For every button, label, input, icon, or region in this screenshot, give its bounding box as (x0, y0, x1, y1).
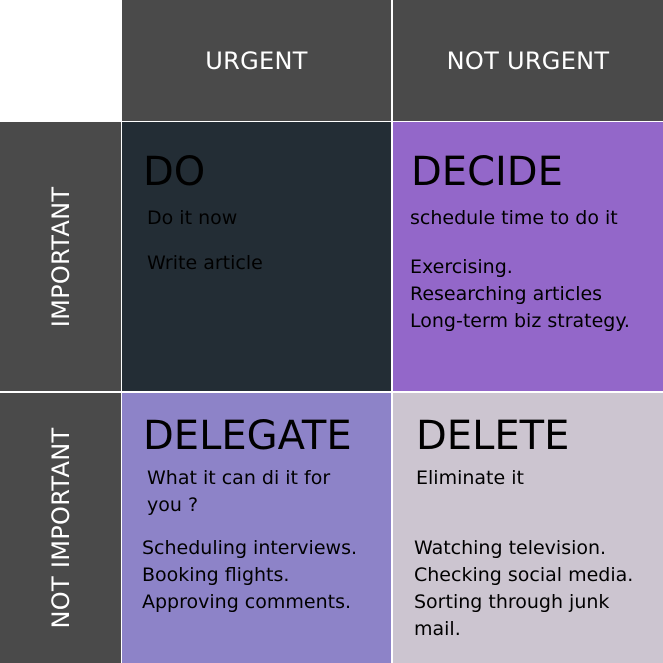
quadrant-decide-subtitle: schedule time to do it (410, 207, 618, 229)
list-item: Booking flights. (142, 564, 290, 586)
list-item: Scheduling interviews. (142, 537, 358, 559)
quadrant-do-subtitle: Do it now (147, 207, 238, 229)
eisenhower-matrix: URGENT NOT URGENT IMPORTANT NOT IMPORTAN… (0, 0, 663, 663)
quadrant-do-list: Write article (147, 250, 263, 277)
header-not-urgent-label: NOT URGENT (446, 46, 610, 75)
header-important: IMPORTANT (0, 122, 121, 391)
list-item: Approving comments. (142, 591, 352, 613)
list-item: Researching articles (410, 283, 603, 305)
quadrant-do: DO Do it now Write article (122, 122, 391, 391)
quadrant-do-title: DO (143, 149, 206, 195)
quadrant-decide: DECIDE schedule time to do it Exercising… (393, 122, 663, 391)
quadrant-delegate: DELEGATE What it can di it for you ? Sch… (122, 393, 391, 663)
quadrant-delete-subtitle: Eliminate it (416, 467, 524, 489)
header-important-label: IMPORTANT (46, 186, 75, 327)
corner-blank (0, 0, 121, 121)
header-urgent: URGENT (122, 0, 391, 121)
header-not-urgent: NOT URGENT (393, 0, 663, 121)
quadrant-delegate-title: DELEGATE (143, 413, 352, 459)
quadrant-delete-title: DELETE (416, 413, 570, 459)
header-not-important: NOT IMPORTANT (0, 393, 121, 663)
quadrant-delegate-subtitle: What it can di it for you ? (147, 467, 331, 516)
list-item: Sorting through junk (414, 591, 610, 613)
quadrant-delete-list: Watching television. Checking social med… (414, 535, 633, 643)
quadrant-decide-list: Exercising. Researching articles Long-te… (410, 254, 630, 335)
header-not-important-label: NOT IMPORTANT (46, 427, 75, 629)
list-item: Exercising. (410, 256, 513, 278)
list-item: Long-term biz strategy. (410, 310, 630, 332)
quadrant-delete: DELETE Eliminate it Watching television.… (393, 393, 663, 663)
quadrant-decide-title: DECIDE (411, 149, 563, 195)
list-item: Write article (147, 252, 263, 274)
list-item: mail. (414, 618, 461, 640)
quadrant-delegate-list: Scheduling interviews. Booking flights. … (142, 535, 357, 616)
list-item: Checking social media. (414, 564, 634, 586)
list-item: Watching television. (414, 537, 607, 559)
header-urgent-label: URGENT (205, 46, 308, 75)
